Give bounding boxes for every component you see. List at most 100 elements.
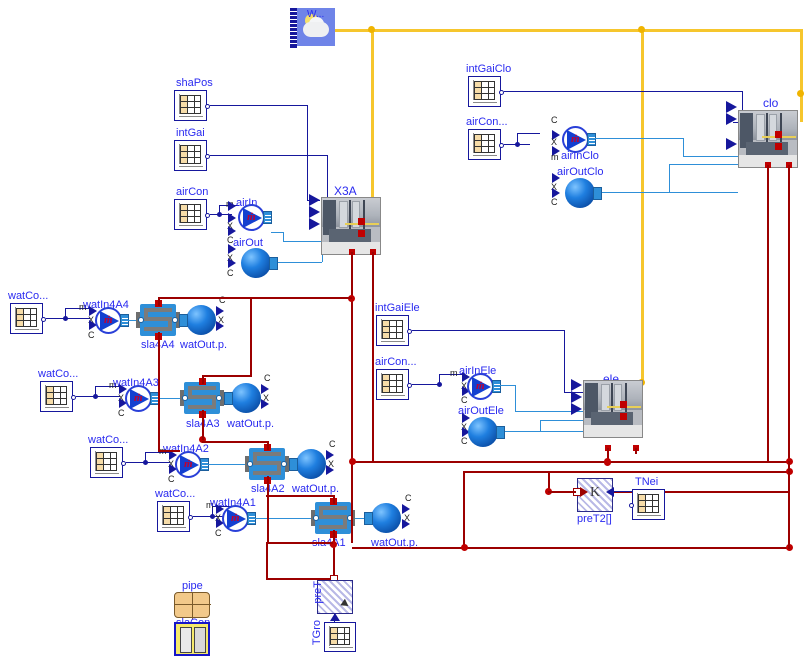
fluid-airoutclo <box>602 192 738 193</box>
table-grid-icon <box>382 374 403 393</box>
airoutclo-c-marker: C <box>551 197 558 207</box>
x3a-room-icon[interactable] <box>321 197 381 255</box>
table-grid-icon <box>46 386 67 405</box>
shapos-table[interactable] <box>174 90 210 121</box>
watout1-input-bot <box>402 519 410 529</box>
pret2-heat-arrow <box>580 487 588 497</box>
airout-boundary[interactable] <box>241 248 278 278</box>
heat-bus1-junction-b <box>604 458 611 465</box>
fluid-port <box>364 512 373 525</box>
tnei-table[interactable] <box>629 489 665 520</box>
slab-port-out <box>281 461 287 467</box>
heat-slab1-top-feed <box>266 495 335 497</box>
tgro-table[interactable] <box>324 622 356 652</box>
airin-source[interactable]: ṁ <box>237 203 272 233</box>
slab-serpentine-icon <box>319 506 347 530</box>
watco2-table[interactable] <box>90 447 126 478</box>
airconele-label: airCon... <box>375 356 417 368</box>
wire-watco3-out <box>76 396 120 397</box>
aircon-table[interactable] <box>174 199 210 230</box>
airoutclo-boundary[interactable] <box>565 178 602 208</box>
fluid-airin-to-x3a <box>283 241 322 242</box>
watout4-boundary[interactable] <box>179 305 216 335</box>
watco1-table[interactable] <box>157 501 193 532</box>
airconclo-table[interactable] <box>468 129 504 160</box>
mdot-symbol: ṁ <box>571 133 580 145</box>
airconclo-label: airCon... <box>466 116 508 128</box>
fluid-port <box>593 187 602 200</box>
fluid-watin4a2-to-slab <box>208 464 249 465</box>
ele-input-3 <box>571 403 582 415</box>
shapos-label: shaPos <box>176 77 213 89</box>
clo-room-icon[interactable] <box>738 110 798 168</box>
pipe-label: pipe <box>182 580 203 592</box>
fluid-airoutclo-in <box>669 164 738 165</box>
watco3-table[interactable] <box>40 381 76 412</box>
ele-input-2 <box>571 391 582 403</box>
heat-port-marker <box>620 401 627 408</box>
intgaiele-table[interactable] <box>376 315 412 346</box>
airinclo-label: airInClo <box>561 150 599 162</box>
watin4a1-source[interactable]: ṁ <box>221 504 256 534</box>
heat-pret-down <box>266 542 268 580</box>
watco1-label: watCo... <box>155 488 196 500</box>
wire-watco3-branch <box>95 386 96 396</box>
slab-port-in <box>138 317 144 323</box>
weather-port-clo <box>797 90 804 97</box>
heat-port-marker <box>358 230 365 237</box>
table-grid-icon <box>474 134 495 153</box>
watco4-table[interactable] <box>10 303 46 334</box>
watin4a4-source[interactable]: ṁ <box>94 306 129 336</box>
weather-bus-junction-2 <box>638 26 645 33</box>
heat-slab3-feed <box>202 375 252 377</box>
heat-port-marker <box>620 413 627 420</box>
heat-slab4-bottom-run <box>158 450 180 452</box>
heat-clo-left-leg <box>767 165 769 462</box>
watout3-boundary[interactable] <box>224 383 261 413</box>
fluid-airinclo <box>595 138 683 139</box>
watout2-label: watOut.p. <box>292 483 340 495</box>
slacon-icon[interactable] <box>174 622 210 656</box>
intgaiele-label: intGaiEle <box>375 302 420 314</box>
ele-room-icon[interactable] <box>583 380 643 438</box>
pret-label: preT <box>312 581 324 604</box>
airoutele-boundary[interactable] <box>468 417 505 447</box>
weather-bus-down-clo <box>800 29 803 122</box>
heat-port-marker <box>775 131 782 138</box>
watout3-label: watOut.p. <box>227 418 275 430</box>
airinele-source[interactable]: ṁ <box>466 372 501 402</box>
wire-intgaiele-drop <box>564 330 565 392</box>
watout2-boundary[interactable] <box>289 449 326 479</box>
slab-serpentine-icon <box>253 452 281 476</box>
clo-input-3 <box>726 138 737 150</box>
airconele-table[interactable] <box>376 369 412 400</box>
clo-input-2 <box>726 113 737 125</box>
heat-bus-line-4 <box>352 547 790 549</box>
intgaiclo-table[interactable] <box>468 76 504 107</box>
fluid-airin-out <box>271 232 283 233</box>
heat-port-marker <box>775 143 782 150</box>
tnei-arrow-icon <box>606 487 614 497</box>
watout4-label: watOut.p. <box>180 339 228 351</box>
watout1-boundary[interactable] <box>364 503 401 533</box>
table-grid-icon <box>330 627 350 645</box>
x3a-label: X3A <box>334 184 357 198</box>
table-grid-icon <box>382 320 403 339</box>
watin4a3-source[interactable]: ṁ <box>124 384 159 414</box>
wire-airconclo-branch <box>517 133 518 144</box>
wire-watco4-out <box>46 318 90 319</box>
heat-bus4-junction-l <box>461 544 468 551</box>
table-axis-x <box>179 116 203 117</box>
watin4a2-source[interactable]: ṁ <box>174 450 209 480</box>
tnei-label: TNei <box>635 476 659 488</box>
heat-pret2-feed <box>548 491 576 493</box>
pipe-icon[interactable] <box>174 592 211 619</box>
heat-slab3-bottom-leg <box>202 410 204 440</box>
intgai-table[interactable] <box>174 140 210 171</box>
heat-bus2-riser <box>463 471 465 548</box>
airoutele-c-marker: C <box>461 436 468 446</box>
cloud-icon <box>303 22 329 37</box>
heat-bus1-junction-a <box>349 458 356 465</box>
mdot-symbol: ṁ <box>184 458 193 470</box>
watout3-c-marker: C <box>264 373 271 383</box>
